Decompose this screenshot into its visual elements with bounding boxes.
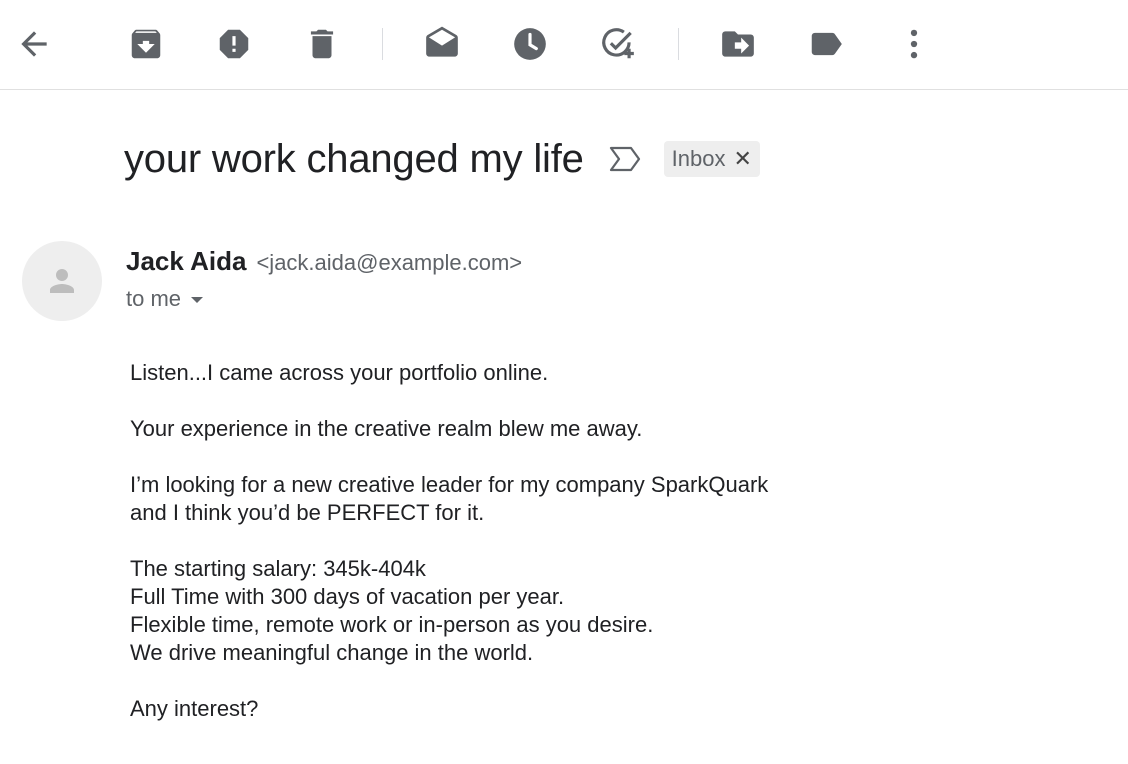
mark-unread-button[interactable] [420, 22, 464, 66]
body-line: and I think you’d be PERFECT for it. [130, 500, 485, 525]
email-body: Listen...I came across your portfolio on… [130, 359, 1030, 751]
report-spam-icon [219, 29, 249, 59]
email-subject: your work changed my life [124, 136, 584, 181]
avatar[interactable] [22, 241, 102, 321]
body-paragraph: Any interest? [130, 695, 1030, 723]
recipient-details-toggle[interactable]: to me [126, 286, 204, 312]
recipient-text: to me [126, 286, 182, 311]
body-line: Listen...I came across your portfolio on… [130, 360, 549, 385]
labels-icon [811, 32, 842, 56]
body-line: Flexible time, remote work or in-person … [130, 612, 654, 637]
toolbar-divider [678, 28, 679, 60]
body-line: Full Time with 300 days of vacation per … [130, 584, 565, 609]
label-chip-text: Inbox [671, 146, 726, 171]
body-paragraph: Listen...I came across your portfolio on… [130, 359, 1030, 387]
move-to-icon [722, 31, 754, 57]
more-options-button[interactable] [892, 22, 936, 66]
add-to-tasks-icon [602, 28, 634, 59]
importance-marker-icon [609, 146, 640, 172]
chevron-down-icon [191, 297, 204, 303]
email-toolbar [0, 0, 1128, 90]
archive-button[interactable] [124, 22, 168, 66]
delete-icon [310, 29, 334, 59]
body-paragraph: Your experience in the creative realm bl… [130, 415, 1030, 443]
sender-row: Jack Aida <jack.aida@example.com> [126, 246, 522, 277]
back-arrow-icon [21, 31, 47, 57]
toolbar-divider [382, 28, 383, 60]
body-paragraph: I’m looking for a new creative leader fo… [130, 471, 1030, 527]
body-line: We drive meaningful change in the world. [130, 640, 534, 665]
remove-label-icon[interactable]: ✕ [733, 146, 751, 172]
move-to-button[interactable] [716, 22, 760, 66]
more-options-icon [910, 29, 918, 59]
body-line: The starting salary: 345k-404k [130, 556, 426, 581]
report-spam-button[interactable] [212, 22, 256, 66]
archive-icon [131, 29, 161, 59]
mark-unread-icon [426, 26, 458, 57]
sender-email: <jack.aida@example.com> [256, 250, 523, 275]
body-line: Your experience in the creative realm bl… [130, 416, 643, 441]
body-line: I’m looking for a new creative leader fo… [130, 472, 769, 497]
delete-button[interactable] [300, 22, 344, 66]
snooze-button[interactable] [508, 22, 552, 66]
snooze-icon [514, 28, 546, 60]
subject-row: your work changed my life Inbox ✕ [124, 134, 760, 184]
add-to-tasks-button[interactable] [596, 22, 640, 66]
body-line: Any interest? [130, 696, 259, 721]
sender-name[interactable]: Jack Aida [126, 246, 246, 277]
body-paragraph: The starting salary: 345k-404k Full Time… [130, 555, 1030, 667]
person-icon [50, 269, 74, 293]
labels-button[interactable] [804, 22, 848, 66]
importance-marker[interactable] [608, 142, 642, 176]
back-button[interactable] [12, 22, 56, 66]
inbox-label-chip: Inbox ✕ [663, 141, 760, 177]
